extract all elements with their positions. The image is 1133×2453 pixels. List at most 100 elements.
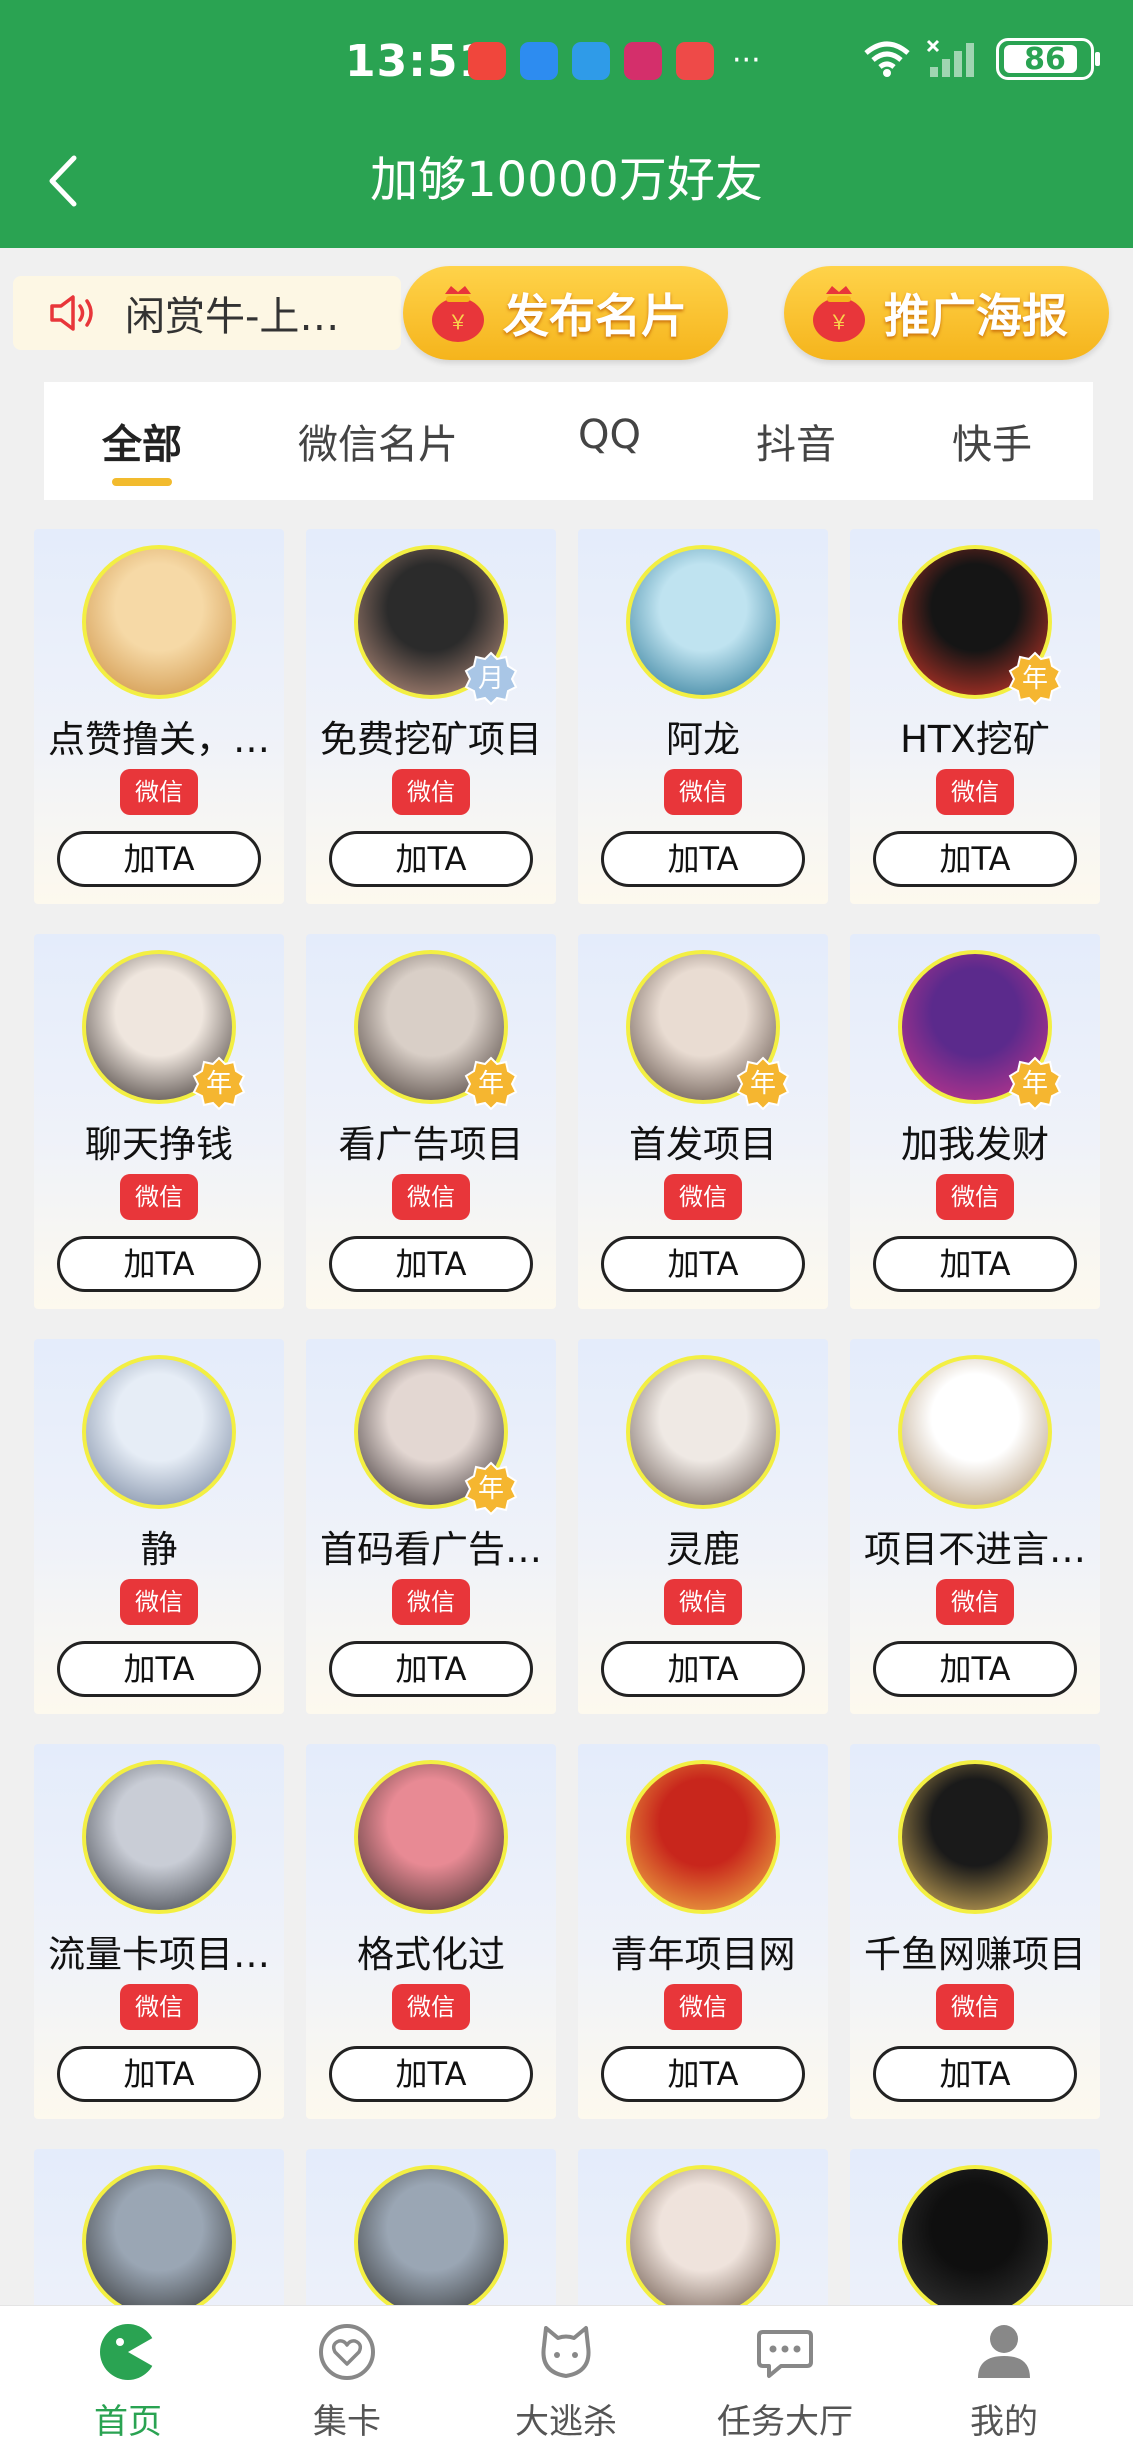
avatar[interactable] xyxy=(82,1760,236,1914)
add-friend-button[interactable]: 加TA xyxy=(601,1641,805,1697)
user-card[interactable]: 项目不进言… 微信 加TA xyxy=(850,1339,1100,1714)
add-friend-button[interactable]: 加TA xyxy=(57,1641,261,1697)
card-heart-icon xyxy=(319,2324,375,2380)
avatar[interactable] xyxy=(898,1355,1052,1509)
announcement-bar[interactable]: 闲赏牛-上… xyxy=(13,276,401,350)
user-name: 免费挖矿项目 xyxy=(320,718,542,761)
tab-kuaishou[interactable]: 快手 xyxy=(952,412,1032,470)
svg-text:月: 月 xyxy=(478,664,504,694)
add-friend-button[interactable]: 加TA xyxy=(873,831,1077,887)
avatar[interactable] xyxy=(354,1760,508,1914)
avatar[interactable] xyxy=(626,1760,780,1914)
user-card[interactable]: 月免费挖矿项目 微信 加TA xyxy=(306,529,556,904)
nav-home[interactable]: 首页 xyxy=(15,2306,241,2453)
notification-app-icon xyxy=(520,42,558,80)
add-friend-button[interactable]: 加TA xyxy=(873,1641,1077,1697)
user-name: 青年项目网 xyxy=(610,1933,796,1976)
nav-task-hall[interactable]: 任务大厅 xyxy=(672,2306,898,2453)
add-friend-button[interactable]: 加TA xyxy=(329,2046,533,2102)
announcement-text: 闲赏牛-上… xyxy=(125,294,340,340)
avatar[interactable] xyxy=(898,1760,1052,1914)
svg-text:年: 年 xyxy=(1022,1069,1048,1099)
avatar[interactable] xyxy=(82,545,236,699)
platform-tag: 微信 xyxy=(664,1174,742,1220)
year-member-badge-icon: 年 xyxy=(1008,1056,1062,1110)
tab-douyin[interactable]: 抖音 xyxy=(756,412,836,470)
platform-tag: 微信 xyxy=(120,1579,198,1625)
avatar[interactable] xyxy=(82,1355,236,1509)
add-friend-button[interactable]: 加TA xyxy=(329,1236,533,1292)
nav-battle[interactable]: 大逃杀 xyxy=(453,2306,679,2453)
category-tabs: 全部 微信名片 QQ 抖音 快手 xyxy=(44,382,1093,500)
add-friend-button[interactable]: 加TA xyxy=(873,2046,1077,2102)
add-friend-button[interactable]: 加TA xyxy=(601,1236,805,1292)
user-card[interactable]: 青年项目网微信加TA xyxy=(578,1744,828,2119)
nav-card-collect[interactable]: 集卡 xyxy=(234,2306,460,2453)
publish-card-button[interactable]: ￥ 发布名片 xyxy=(403,266,728,360)
user-card[interactable]: 年 HTX挖矿 微信 加TA xyxy=(850,529,1100,904)
notification-app-icon xyxy=(676,42,714,80)
platform-tag: 微信 xyxy=(936,1984,1014,2030)
svg-text:年: 年 xyxy=(478,1474,504,1504)
platform-tag: 微信 xyxy=(392,1579,470,1625)
add-friend-button[interactable]: 加TA xyxy=(329,1641,533,1697)
bottom-navigation: 首页 集卡 大逃杀 任务大厅 我的 xyxy=(0,2305,1133,2453)
avatar[interactable] xyxy=(354,2165,508,2319)
chat-icon xyxy=(757,2330,813,2378)
add-friend-button[interactable]: 加TA xyxy=(601,831,805,887)
promo-poster-label: 推广海报 xyxy=(884,289,1068,343)
avatar[interactable] xyxy=(626,2165,780,2319)
tab-wechat-card[interactable]: 微信名片 xyxy=(298,412,458,470)
avatar[interactable] xyxy=(626,1355,780,1509)
signal-icon xyxy=(926,39,974,77)
user-name: 首码看广告… xyxy=(320,1528,542,1571)
tab-all[interactable]: 全部 xyxy=(102,412,182,470)
platform-tag: 微信 xyxy=(120,769,198,815)
promo-poster-button[interactable]: ￥ 推广海报 xyxy=(784,266,1109,360)
nav-mine[interactable]: 我的 xyxy=(891,2306,1117,2453)
status-bar: 13:51 ··· 86 xyxy=(0,28,1133,98)
notification-icons: ··· xyxy=(468,42,761,80)
year-member-badge-icon: 年 xyxy=(464,1461,518,1515)
user-card[interactable]: 点赞撸关，… 微信 加TA xyxy=(34,529,284,904)
user-card[interactable]: 格式化过 微信 加TA xyxy=(306,1744,556,2119)
add-friend-button[interactable]: 加TA xyxy=(57,2046,261,2102)
add-friend-button[interactable]: 加TA xyxy=(57,1236,261,1292)
platform-tag: 微信 xyxy=(664,1984,742,2030)
notification-app-icon xyxy=(624,42,662,80)
user-card[interactable]: 阿龙微信加TA xyxy=(578,529,828,904)
user-name: 加我发财 xyxy=(901,1123,1049,1166)
notification-app-icon xyxy=(572,42,610,80)
platform-tag: 微信 xyxy=(936,1579,1014,1625)
home-icon xyxy=(100,2324,156,2380)
avatar[interactable] xyxy=(82,2165,236,2319)
platform-tag: 微信 xyxy=(392,1984,470,2030)
tab-qq[interactable]: QQ xyxy=(578,412,641,458)
user-card[interactable]: 千鱼网赚项目 微信 加TA xyxy=(850,1744,1100,2119)
user-card[interactable]: 灵鹿 微信 加TA xyxy=(578,1339,828,1714)
svg-text:年: 年 xyxy=(478,1069,504,1099)
add-friend-button[interactable]: 加TA xyxy=(329,831,533,887)
avatar[interactable] xyxy=(898,2165,1052,2319)
add-friend-button[interactable]: 加TA xyxy=(57,831,261,887)
user-name: 阿龙 xyxy=(666,718,740,761)
user-card[interactable]: 年看广告项目 微信 加TA xyxy=(306,934,556,1309)
svg-text:年: 年 xyxy=(750,1069,776,1099)
user-card[interactable]: 年加我发财 微信 加TA xyxy=(850,934,1100,1309)
user-card[interactable]: 静微信 加TA xyxy=(34,1339,284,1714)
year-member-badge-icon: 年 xyxy=(736,1056,790,1110)
add-friend-button[interactable]: 加TA xyxy=(873,1236,1077,1292)
platform-tag: 微信 xyxy=(664,769,742,815)
user-card[interactable]: 流量卡项目… 微信 加TA xyxy=(34,1744,284,2119)
user-card[interactable]: 年首码看广告… 微信加TA xyxy=(306,1339,556,1714)
avatar[interactable] xyxy=(626,545,780,699)
user-name: 首发项目 xyxy=(629,1123,777,1166)
page-title: 加够10000万好友 xyxy=(370,152,763,208)
add-friend-button[interactable]: 加TA xyxy=(601,2046,805,2102)
user-name: HTX挖矿 xyxy=(900,718,1050,761)
speaker-icon xyxy=(50,295,93,331)
year-member-badge-icon: 年 xyxy=(1008,651,1062,705)
user-card[interactable]: 年首发项目微信加TA xyxy=(578,934,828,1309)
platform-tag: 微信 xyxy=(120,1984,198,2030)
user-card[interactable]: 年聊天挣钱 微信 加TA xyxy=(34,934,284,1309)
